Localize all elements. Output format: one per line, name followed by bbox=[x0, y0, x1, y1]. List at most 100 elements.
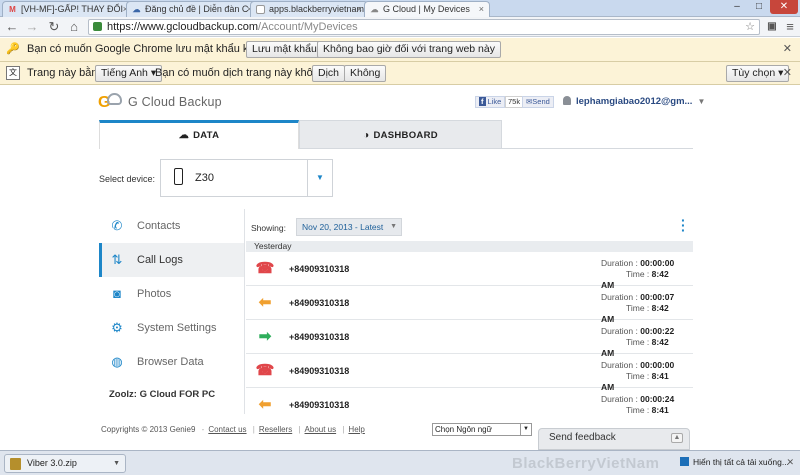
extension-icon[interactable]: ▣ bbox=[764, 19, 780, 35]
no-translate-button[interactable]: Không bbox=[344, 65, 387, 82]
tab-dashboard-label: DASHBOARD bbox=[373, 130, 438, 141]
phone-number: +84909310318 bbox=[289, 400, 350, 410]
call-log-row[interactable]: ⬅ +84909310318 Duration : 00:00:24 Time :… bbox=[246, 389, 693, 414]
tab-close-icon[interactable]: × bbox=[479, 2, 484, 16]
contact-us-link[interactable]: Contact us bbox=[208, 425, 246, 434]
missed-call-icon: ☎ bbox=[255, 260, 275, 277]
browser-tab-apps[interactable]: apps.blackberryvietnam.n × bbox=[250, 1, 368, 17]
sidebar-item-contacts[interactable]: ✆ Contacts bbox=[99, 209, 244, 243]
chevron-down-icon: ▼ bbox=[520, 424, 531, 435]
menu-icon[interactable]: ≡ bbox=[782, 19, 798, 35]
call-log-row[interactable]: ⬅ +84909310318 Duration : 00:00:07 Time :… bbox=[246, 287, 693, 324]
lock-icon bbox=[93, 22, 102, 31]
close-icon[interactable]: ✕ bbox=[783, 42, 792, 55]
source-language-value: Tiếng Anh bbox=[101, 67, 148, 79]
send-feedback-widget[interactable]: Send feedback ▲ bbox=[538, 428, 690, 450]
time-label: Time : bbox=[626, 371, 650, 381]
tab-dashboard[interactable]: ◑ DASHBOARD bbox=[299, 120, 502, 149]
chevron-down-icon: ▼ bbox=[697, 97, 706, 106]
forward-icon[interactable]: → bbox=[24, 19, 40, 35]
duration-label: Duration : bbox=[601, 258, 638, 268]
forum-icon: ☁ bbox=[132, 5, 141, 14]
source-language-select[interactable]: Tiếng Anh ▾ bbox=[95, 65, 163, 82]
close-icon[interactable]: ✕ bbox=[783, 66, 792, 79]
back-icon[interactable]: ← bbox=[4, 19, 20, 35]
about-us-link[interactable]: About us bbox=[305, 425, 337, 434]
sidebar-item-browser-data[interactable]: ◍ Browser Data bbox=[99, 345, 244, 379]
translate-icon: 文 bbox=[6, 66, 20, 80]
chevron-up-icon[interactable]: ▲ bbox=[671, 433, 683, 443]
show-all-downloads-label: Hiển thị tất cả tải xuống... bbox=[693, 457, 789, 467]
sidebar-item-system-settings[interactable]: ⚙ System Settings bbox=[99, 311, 244, 345]
duration-value: 00:00:00 bbox=[640, 258, 675, 268]
phone-number: +84909310318 bbox=[289, 264, 350, 274]
zoolz-promo-link[interactable]: Zoolz: G Cloud FOR PC bbox=[109, 389, 215, 400]
duration-label: Duration : bbox=[601, 326, 638, 336]
duration-value: 00:00:24 bbox=[640, 394, 675, 404]
chevron-down-icon[interactable]: ▼ bbox=[113, 455, 120, 472]
gear-icon: ⚙ bbox=[111, 320, 123, 335]
call-logs-icon: ⇅ bbox=[111, 252, 123, 267]
minimize-button[interactable]: – bbox=[726, 0, 748, 14]
tab-close-icon[interactable]: × bbox=[357, 2, 362, 16]
device-select[interactable]: Z30 ▼ bbox=[160, 159, 333, 197]
never-save-button[interactable]: Không bao giờ đối với trang web này bbox=[317, 41, 501, 58]
sidebar-item-call-logs[interactable]: ⇅ Call Logs bbox=[99, 243, 244, 277]
browser-tab-forum[interactable]: ☁ Đăng chủ đề | Diễn đàn C × bbox=[126, 1, 258, 17]
call-log-row[interactable]: ☎ +84909310318 Duration : 00:00:00 Time :… bbox=[246, 253, 693, 290]
sidebar-item-label: Browser Data bbox=[137, 356, 204, 368]
resellers-link[interactable]: Resellers bbox=[259, 425, 292, 434]
facebook-like-button[interactable]: f Like bbox=[475, 96, 506, 108]
help-link[interactable]: Help bbox=[348, 425, 364, 434]
bookmark-star-icon[interactable]: ☆ bbox=[745, 20, 755, 34]
chevron-down-icon[interactable]: ▼ bbox=[307, 160, 332, 196]
tab-title: G Cloud | My Devices bbox=[383, 4, 470, 14]
translate-infobar: 文 Trang này bằng Tiếng Anh ▾ Bạn có muốn… bbox=[0, 62, 800, 85]
logo-text: G Cloud Backup bbox=[128, 95, 222, 109]
date-range-value: Nov 20, 2013 - Latest bbox=[302, 222, 384, 232]
maximize-button[interactable]: □ bbox=[748, 0, 770, 14]
company-name: Genie9 bbox=[169, 425, 196, 434]
facebook-like-label: Like bbox=[487, 97, 502, 106]
call-logs-panel: Showing: Nov 20, 2013 - Latest ▼ · · · Yes… bbox=[246, 209, 693, 414]
browser-tab-gmail[interactable]: M [VH-MF]-GẤP! THAY ĐỔI × bbox=[2, 1, 134, 17]
reload-icon[interactable]: ↻ bbox=[46, 19, 62, 35]
device-name: Z30 bbox=[195, 172, 214, 184]
close-icon[interactable]: ✕ bbox=[786, 457, 794, 468]
user-account-menu[interactable]: lephamgiabao2012@gm... ▼ bbox=[563, 96, 705, 107]
language-select[interactable]: Chọn Ngôn ngữ ▼ bbox=[432, 423, 532, 436]
copyright-text: Copyrights © 2013 bbox=[101, 425, 168, 434]
address-bar[interactable]: https://www.gcloudbackup.com/Account/MyD… bbox=[88, 19, 760, 35]
gcloud-logo[interactable]: G G Cloud Backup bbox=[98, 92, 222, 112]
show-all-downloads-link[interactable]: Hiển thị tất cả tải xuống... bbox=[680, 457, 789, 467]
more-options-icon[interactable]: · · · bbox=[681, 213, 686, 237]
incoming-call-arrow-icon: ⬅ bbox=[258, 294, 272, 311]
call-log-row[interactable]: ➡ +84909310318 Duration : 00:00:22 Time :… bbox=[246, 321, 693, 358]
zip-file-icon bbox=[10, 458, 21, 470]
tab-title: [VH-MF]-GẤP! THAY ĐỔI bbox=[21, 4, 124, 14]
page-content: G G Cloud Backup f Like 75k ✉Send lephamg… bbox=[0, 86, 800, 450]
facebook-like-count: 75k bbox=[505, 96, 524, 108]
duration-value: 00:00:00 bbox=[640, 360, 675, 370]
download-item[interactable]: Viber 3.0.zip ▼ bbox=[4, 454, 126, 473]
facebook-icon: f bbox=[479, 97, 486, 106]
date-range-select[interactable]: Nov 20, 2013 - Latest ▼ bbox=[296, 218, 402, 236]
missed-call-icon: ☎ bbox=[255, 362, 275, 379]
translate-button[interactable]: Dịch bbox=[312, 65, 346, 82]
url-path: /Account/MyDevices bbox=[258, 21, 358, 33]
close-window-button[interactable]: ✕ bbox=[770, 0, 798, 14]
time-label: Time : bbox=[626, 303, 650, 313]
sidebar-item-photos[interactable]: ◙ Photos bbox=[99, 277, 244, 311]
translate-options-button[interactable]: Tùy chọn ▾ bbox=[726, 65, 790, 82]
data-sidebar: ✆ Contacts ⇅ Call Logs ◙ Photos ⚙ System… bbox=[99, 209, 245, 414]
call-log-row[interactable]: ☎ +84909310318 Duration : 00:00:00 Time :… bbox=[246, 355, 693, 392]
sidebar-item-label: Call Logs bbox=[137, 254, 183, 266]
tab-data[interactable]: ☁ DATA bbox=[99, 120, 299, 149]
save-password-button[interactable]: Lưu mật khẩu bbox=[246, 41, 323, 58]
page-footer: Copyrights © 2013 Genie9 - Contact us | Re… bbox=[101, 425, 365, 434]
camera-icon: ◙ bbox=[113, 286, 121, 301]
facebook-send-button[interactable]: ✉Send bbox=[522, 96, 554, 108]
translate-prefix: Trang này bằng bbox=[27, 67, 104, 79]
home-icon[interactable]: ⌂ bbox=[66, 19, 82, 35]
browser-tab-gcloud[interactable]: ☁ G Cloud | My Devices × bbox=[364, 1, 490, 17]
